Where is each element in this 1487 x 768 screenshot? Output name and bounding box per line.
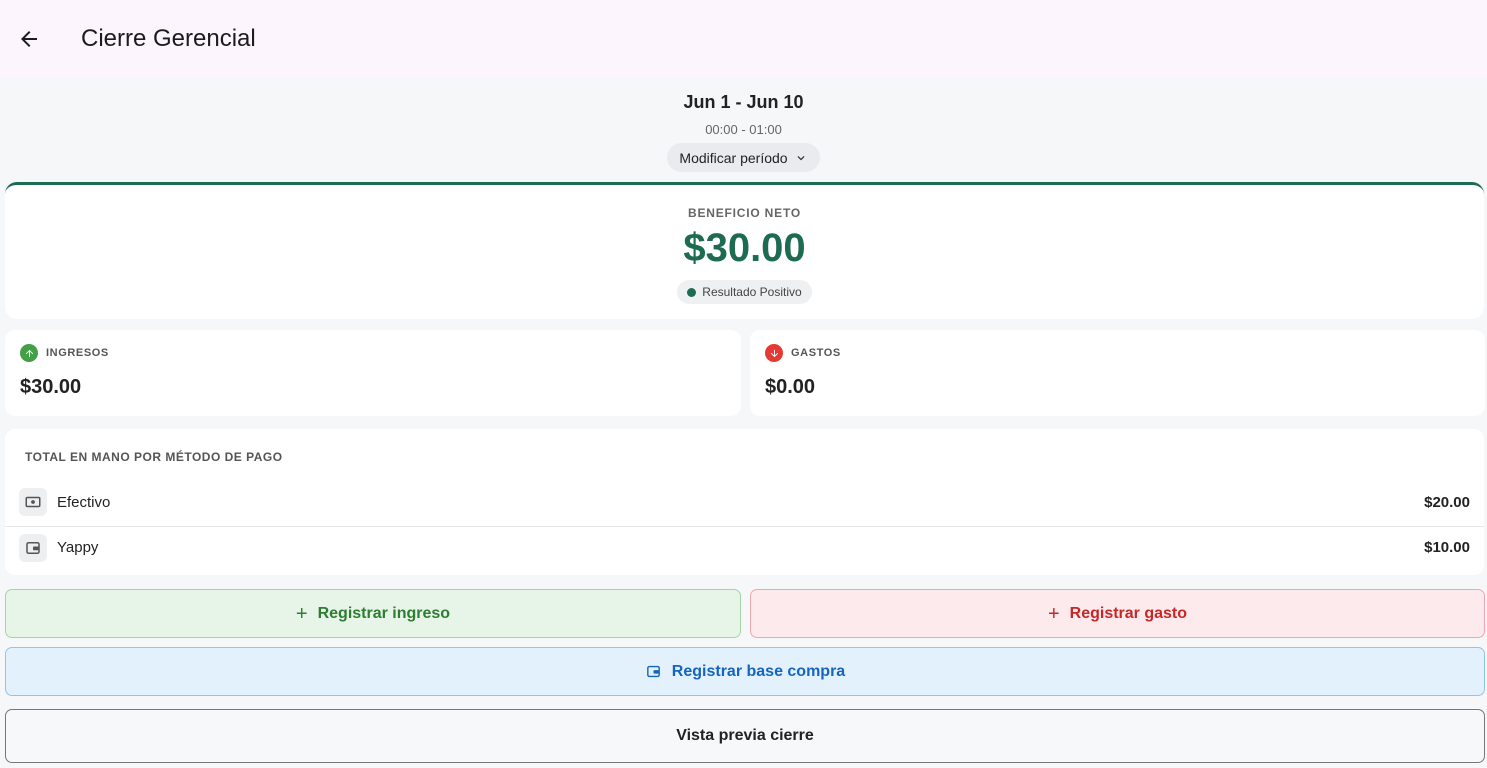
- plus-icon: +: [295, 602, 308, 625]
- net-profit-label: BENEFICIO NETO: [688, 206, 801, 220]
- app-bar: Cierre Gerencial: [0, 0, 1487, 78]
- register-income-button[interactable]: + Registrar ingreso: [5, 589, 741, 638]
- page-title: Cierre Gerencial: [81, 25, 256, 52]
- expenses-value: $0.00: [765, 376, 816, 398]
- result-status-label: Resultado Positivo: [702, 285, 802, 299]
- arrow-back-icon: [21, 31, 37, 47]
- wallet-icon: [646, 665, 660, 678]
- chevron-down-icon: [797, 155, 805, 160]
- net-profit-card: BENEFICIO NETO $30.00 Resultado Positivo: [5, 182, 1484, 319]
- plus-icon: +: [1047, 602, 1060, 625]
- payment-method-name: Yappy: [57, 539, 99, 556]
- closing-preview-label: Vista previa cierre: [676, 727, 814, 744]
- modify-period-label: Modificar período: [679, 149, 788, 166]
- arrow-down-icon: [765, 344, 783, 362]
- expenses-label: GASTOS: [791, 347, 841, 359]
- register-income-label: Registrar ingreso: [317, 604, 451, 622]
- period-range: Jun 1 - Jun 10: [683, 92, 804, 112]
- wallet-icon: [19, 533, 47, 562]
- register-base-purchase-label: Registrar base compra: [671, 662, 846, 680]
- arrow-up-icon: [20, 344, 38, 362]
- register-base-purchase-button[interactable]: Registrar base compra: [5, 647, 1485, 696]
- modify-period-button[interactable]: Modificar período: [667, 143, 820, 172]
- cash-icon: [19, 488, 47, 516]
- payment-method-row: Yappy $10.00: [5, 523, 1484, 572]
- income-label: INGRESOS: [46, 347, 109, 359]
- closing-preview-button[interactable]: Vista previa cierre: [5, 709, 1485, 763]
- period-time: 00:00 - 01:00: [705, 122, 782, 137]
- register-expense-label: Registrar gasto: [1069, 604, 1188, 622]
- period-section: Jun 1 - Jun 10 00:00 - 01:00 Modificar p…: [0, 78, 1487, 182]
- payment-method-amount: $10.00: [1424, 539, 1470, 556]
- expenses-card: GASTOS $0.00: [750, 330, 1485, 416]
- result-status-badge: Resultado Positivo: [677, 280, 812, 304]
- payment-method-amount: $20.00: [1424, 493, 1470, 511]
- payment-method-name: Efectivo: [57, 493, 111, 511]
- status-dot-icon: [687, 287, 697, 297]
- back-button[interactable]: [9, 19, 49, 59]
- income-value: $30.00: [20, 376, 82, 398]
- register-expense-button[interactable]: + Registrar gasto: [750, 589, 1485, 638]
- net-profit-value: $30.00: [683, 226, 806, 270]
- payment-methods-title: TOTAL EN MANO POR MÉTODO DE PAGO: [25, 450, 283, 464]
- payment-methods-card: TOTAL EN MANO POR MÉTODO DE PAGO Efectiv…: [5, 429, 1484, 575]
- income-card: INGRESOS $30.00: [5, 330, 741, 416]
- payment-method-row: Efectivo $20.00: [5, 478, 1484, 527]
